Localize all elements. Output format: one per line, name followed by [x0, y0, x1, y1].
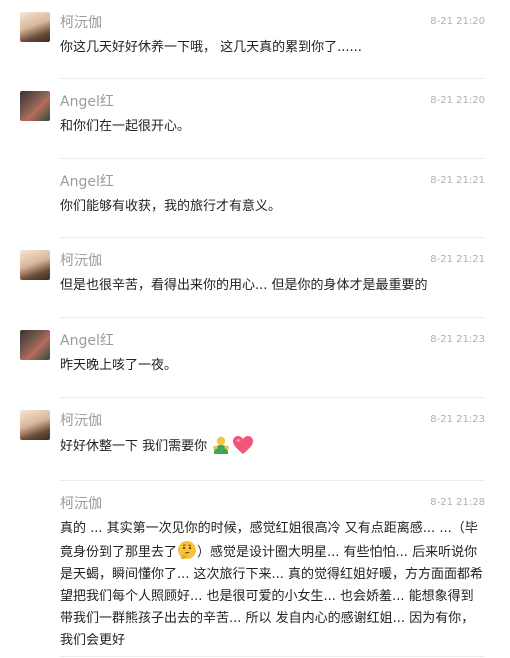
message-text-part2: ）感觉是设计圈大明星... 有些怕怕... 后来听说你是天蝎，瞬间懂你了... … [60, 545, 484, 648]
hugging-person-emoji [213, 436, 230, 454]
timestamp: 8-21 21:23 [430, 414, 485, 425]
message-text: 但是也很辛苦，看得出来你的用心... 但是你的身体才是最重要的 [60, 278, 428, 293]
list-item: 柯沅伽 8-21 21:28 真的 ... 其实第一次见你的时候，感觉红姐很高冷… [60, 481, 485, 657]
thinking-face-emoji [178, 541, 197, 559]
avatar[interactable] [20, 91, 50, 121]
author-name[interactable]: 柯沅伽 [60, 412, 102, 430]
list-item: 柯沅伽 8-21 21:20 你这几天好好休养一下哦， 这几天真的累到你了...… [20, 0, 485, 79]
author-name[interactable]: Angel红 [60, 93, 114, 111]
timestamp: 8-21 21:20 [430, 16, 485, 27]
author-name[interactable]: 柯沅伽 [60, 495, 102, 513]
author-name[interactable]: Angel红 [60, 173, 114, 191]
message-text: 好好休整一下 我们需要你 [60, 435, 485, 458]
timestamp: 8-21 21:21 [430, 254, 485, 265]
author-name[interactable]: 柯沅伽 [60, 14, 102, 32]
list-item: Angel红 8-21 21:21 你们能够有收获，我的旅行才有意义。 [60, 159, 485, 238]
avatar[interactable] [20, 250, 50, 280]
author-name[interactable]: 柯沅伽 [60, 252, 102, 270]
message-text: 真的 ... 其实第一次见你的时候，感觉红姐很高冷 又有点距离感... ...（… [60, 518, 485, 652]
timestamp: 8-21 21:23 [430, 334, 485, 345]
timestamp: 8-21 21:20 [430, 95, 485, 106]
list-item: Angel红 8-21 21:23 昨天晚上咳了一夜。 [20, 318, 485, 398]
message-text: 昨天晚上咳了一夜。 [60, 358, 178, 373]
comment-list: 柯沅伽 8-21 21:20 你这几天好好休养一下哦， 这几天真的累到你了...… [0, 0, 510, 657]
message-text: 和你们在一起很开心。 [60, 119, 191, 134]
timestamp: 8-21 21:21 [430, 175, 485, 186]
avatar[interactable] [20, 410, 50, 440]
message-text-span: 好好休整一下 我们需要你 [60, 439, 208, 454]
message-text: 你这几天好好休养一下哦， 这几天真的累到你了...... [60, 40, 362, 55]
list-item: 柯沅伽 8-21 21:21 但是也很辛苦，看得出来你的用心... 但是你的身体… [20, 238, 485, 318]
message-text: 你们能够有收获，我的旅行才有意义。 [60, 199, 282, 214]
list-item: Angel红 8-21 21:20 和你们在一起很开心。 [20, 79, 485, 159]
avatar[interactable] [20, 12, 50, 42]
timestamp: 8-21 21:28 [430, 497, 485, 508]
list-item: 柯沅伽 8-21 21:23 好好休整一下 我们需要你 [20, 398, 485, 481]
pink-heart-emoji [233, 436, 254, 454]
avatar[interactable] [20, 330, 50, 360]
author-name[interactable]: Angel红 [60, 332, 114, 350]
